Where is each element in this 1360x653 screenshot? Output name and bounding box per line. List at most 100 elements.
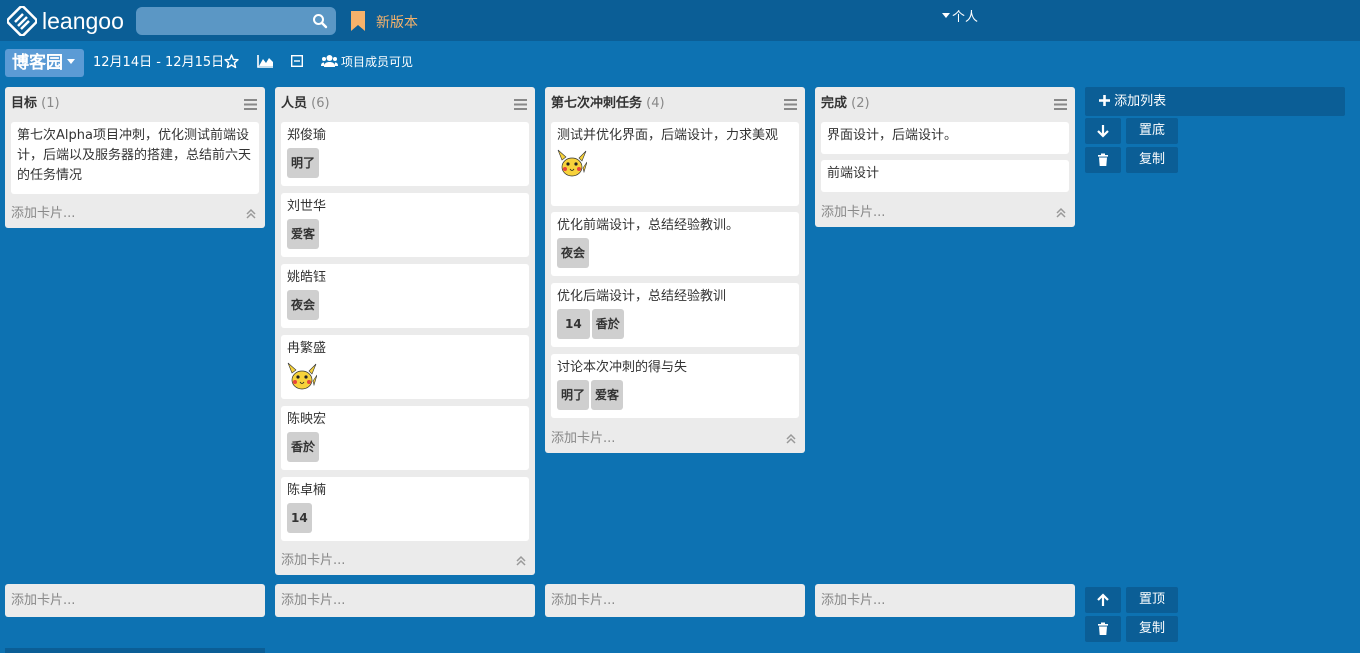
list-done: 完成 (2) 界面设计，后端设计。 前端设计 添加卡片... xyxy=(815,87,1075,227)
card[interactable]: 冉繁盛 xyxy=(281,335,529,399)
add-list-label: 添加列表 xyxy=(1114,94,1167,109)
card-title: 陈映宏 xyxy=(287,412,327,427)
menu-icon[interactable] xyxy=(514,99,527,110)
caret-down-icon xyxy=(67,58,75,64)
trash-icon xyxy=(1098,153,1108,166)
list-title[interactable]: 完成 xyxy=(821,96,847,111)
card-labels: 爱客 xyxy=(287,219,523,249)
menu-icon[interactable] xyxy=(1054,99,1067,110)
list-header: 人员 (6) xyxy=(281,95,330,113)
card-label: 香於 xyxy=(591,309,624,339)
bottom-add-card[interactable]: 添加卡片... xyxy=(815,584,1075,617)
copy-button[interactable]: 复制 xyxy=(1126,147,1178,173)
add-card-link[interactable]: 添加卡片... xyxy=(11,206,75,222)
list-sprint-tasks: 第七次冲刺任务 (4) 测试并优化界面，后端设计，力求美观 优化前端设计，总结经… xyxy=(545,87,805,453)
card-label: 夜会 xyxy=(287,290,320,320)
card[interactable]: 姚皓钰 夜会 xyxy=(281,264,529,328)
card-label: 明了 xyxy=(287,148,320,178)
card-label: 明了 xyxy=(557,380,590,410)
sprint-date-range: 12月14日 - 12月15日 xyxy=(93,55,225,70)
card-labels: 明了 爱客 xyxy=(557,380,793,410)
bottom-add-card[interactable]: 添加卡片... xyxy=(545,584,805,617)
search-icon[interactable] xyxy=(312,13,328,29)
logo-text[interactable]: leangoo xyxy=(42,6,124,36)
personal-label: 个人 xyxy=(952,10,979,25)
card-title: 前端设计 xyxy=(827,166,880,181)
add-card-link[interactable]: 添加卡片... xyxy=(821,205,885,221)
card[interactable]: 界面设计，后端设计。 xyxy=(821,122,1069,154)
minus-square-icon[interactable] xyxy=(291,55,303,67)
leangoo-logo-icon[interactable] xyxy=(7,6,37,36)
users-icon[interactable] xyxy=(321,54,338,68)
copy-button[interactable]: 复制 xyxy=(1126,616,1178,642)
card-labels xyxy=(557,148,793,178)
list-header: 完成 (2) xyxy=(821,95,870,113)
personal-menu[interactable]: 个人 xyxy=(942,9,978,27)
bottom-add-card[interactable]: 添加卡片... xyxy=(5,584,265,617)
card[interactable]: 第七次Alpha项目冲刺，优化测试前端设计，后端以及服务器的搭建，总结前六天的任… xyxy=(11,122,259,194)
next-list-strip xyxy=(5,648,265,653)
list-title[interactable]: 人员 xyxy=(281,96,307,111)
card-labels: 夜会 xyxy=(557,238,793,268)
top-navbar: leangoo 新版本 个人 xyxy=(0,0,1360,41)
list-header: 目标 (1) xyxy=(11,95,60,113)
collapse-up-icon[interactable] xyxy=(785,433,797,445)
board-visibility[interactable]: 项目成员可见 xyxy=(341,54,413,70)
move-to-bottom-icon-button[interactable] xyxy=(1085,118,1121,144)
card-title: 优化前端设计，总结经验教训。 xyxy=(557,218,740,233)
card[interactable]: 郑俊瑜 明了 xyxy=(281,122,529,186)
add-card-link[interactable]: 添加卡片... xyxy=(281,593,345,609)
collapse-up-icon[interactable] xyxy=(515,555,527,567)
card[interactable]: 陈映宏 香於 xyxy=(281,406,529,470)
arrow-down-icon xyxy=(1097,125,1109,138)
list-title[interactable]: 第七次冲刺任务 xyxy=(551,96,642,111)
add-card-link[interactable]: 添加卡片... xyxy=(551,431,615,447)
card[interactable]: 优化后端设计，总结经验教训 14 香於 xyxy=(551,283,799,347)
card-labels: 夜会 xyxy=(287,290,523,320)
card[interactable]: 前端设计 xyxy=(821,160,1069,192)
board-switcher-button[interactable]: 博客园 xyxy=(5,49,84,77)
delete-icon-button[interactable] xyxy=(1085,147,1121,173)
card-label: 香於 xyxy=(287,432,320,462)
board-name-label: 博客园 xyxy=(12,53,63,73)
card-label: 爱客 xyxy=(287,219,320,249)
pikachu-sticker-icon xyxy=(557,149,587,177)
card-title: 讨论本次冲刺的得与失 xyxy=(557,360,688,375)
collapse-up-icon[interactable] xyxy=(1055,207,1067,219)
move-to-top-button[interactable]: 置顶 xyxy=(1126,587,1178,613)
star-icon[interactable] xyxy=(224,54,239,69)
menu-icon[interactable] xyxy=(784,99,797,110)
card[interactable]: 陈卓楠 14 xyxy=(281,477,529,541)
card-labels: 香於 xyxy=(287,432,523,462)
bottom-add-card[interactable]: 添加卡片... xyxy=(275,584,535,617)
card[interactable]: 讨论本次冲刺的得与失 明了 爱客 xyxy=(551,354,799,418)
add-list-button[interactable]: 添加列表 xyxy=(1085,87,1345,116)
card[interactable]: 刘世华 爱客 xyxy=(281,193,529,257)
search-input[interactable] xyxy=(144,7,304,35)
menu-icon[interactable] xyxy=(244,99,257,110)
card[interactable]: 测试并优化界面，后端设计，力求美观 xyxy=(551,122,799,206)
card-title: 第七次Alpha项目冲刺，优化测试前端设计，后端以及服务器的搭建，总结前六天的任… xyxy=(17,128,252,183)
card-label: 14 xyxy=(557,309,590,339)
move-to-bottom-button[interactable]: 置底 xyxy=(1126,118,1178,144)
add-card-link[interactable]: 添加卡片... xyxy=(821,593,885,609)
list-title[interactable]: 目标 xyxy=(11,96,37,111)
add-card-link[interactable]: 添加卡片... xyxy=(551,593,615,609)
caret-down-icon xyxy=(942,13,950,18)
list-count: (6) xyxy=(311,96,330,111)
delete-icon-button[interactable] xyxy=(1085,616,1121,642)
card-title: 刘世华 xyxy=(287,199,327,214)
add-card-link[interactable]: 添加卡片... xyxy=(11,593,75,609)
move-to-top-icon-button[interactable] xyxy=(1085,587,1121,613)
new-version-link[interactable]: 新版本 xyxy=(376,13,418,33)
card-title: 陈卓楠 xyxy=(287,483,327,498)
card[interactable]: 优化前端设计，总结经验教训。 夜会 xyxy=(551,212,799,276)
card-labels: 明了 xyxy=(287,148,523,178)
bookmark-icon[interactable] xyxy=(350,11,366,31)
collapse-up-icon[interactable] xyxy=(245,208,257,220)
card-title: 冉繁盛 xyxy=(287,341,327,356)
card-title: 姚皓钰 xyxy=(287,270,327,285)
chart-icon[interactable] xyxy=(257,54,274,68)
card-labels xyxy=(287,361,523,391)
add-card-link[interactable]: 添加卡片... xyxy=(281,553,345,569)
